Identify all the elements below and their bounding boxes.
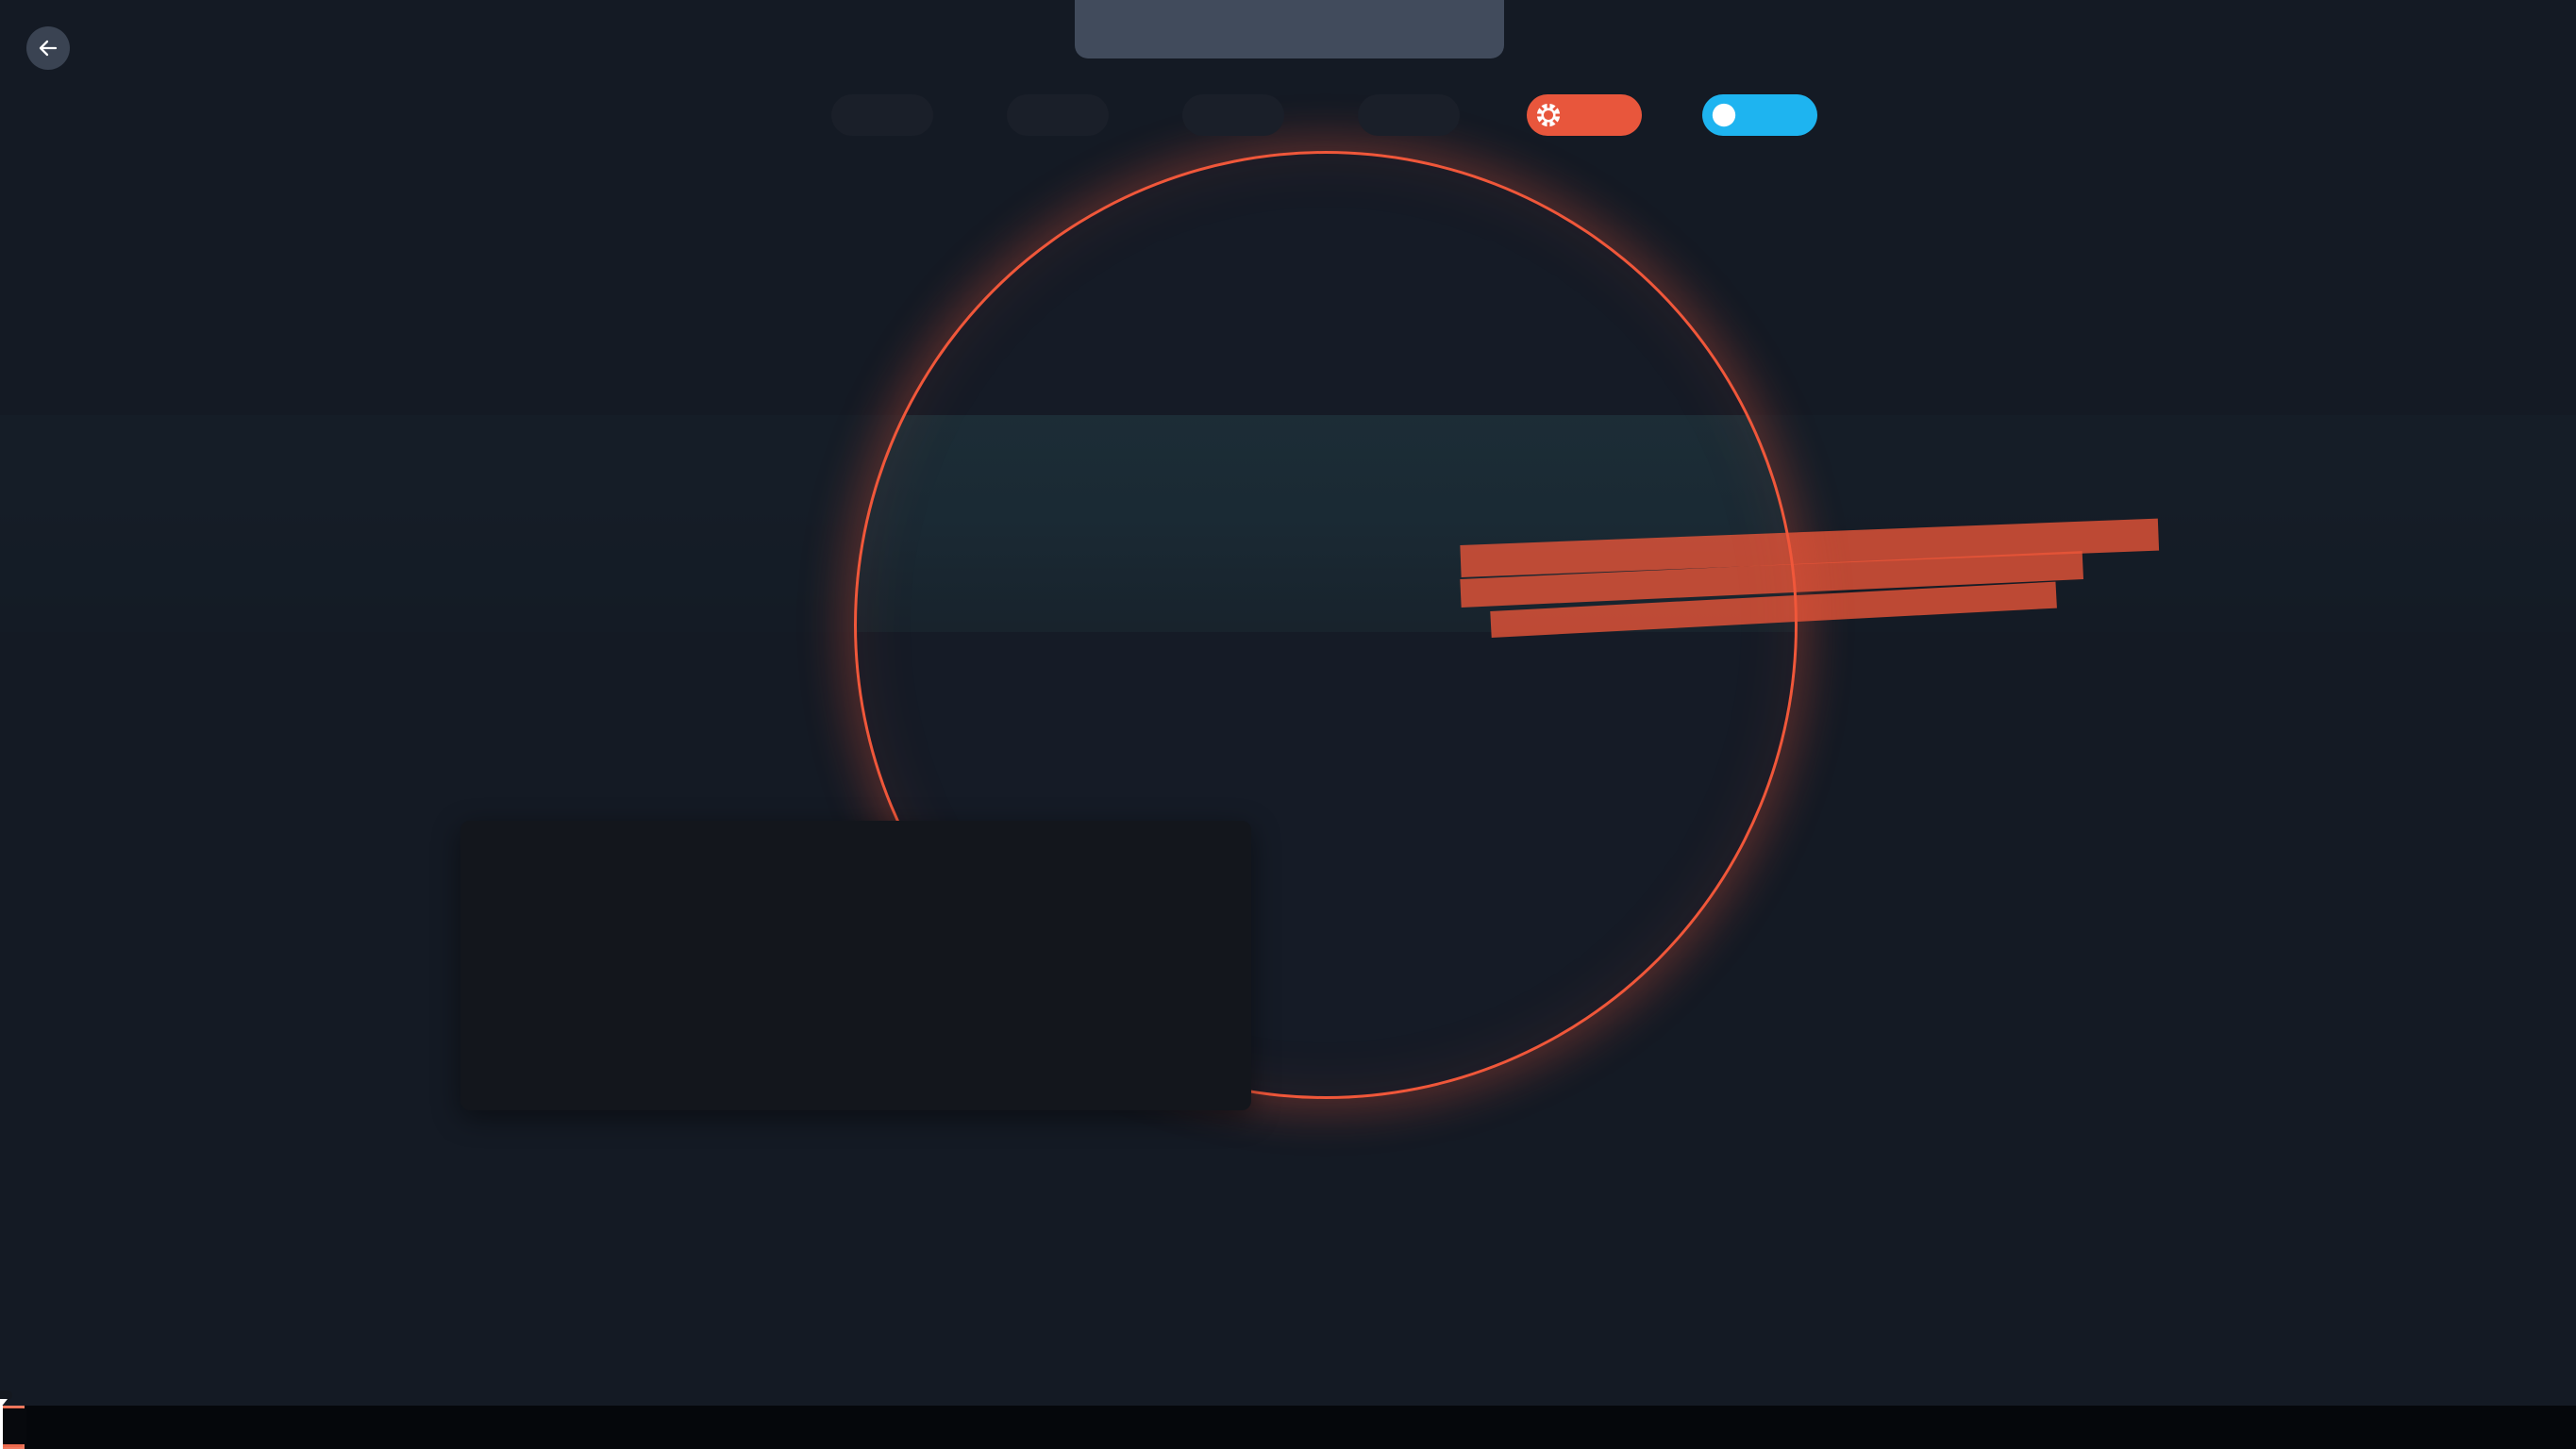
congestion-point-panel	[460, 821, 1251, 1110]
arrow-left-icon	[39, 40, 58, 57]
page-title	[1075, 0, 1504, 58]
kpi-value	[1182, 94, 1284, 136]
kpi-congested-distance[interactable]	[1324, 94, 1494, 148]
flow-speed-density-radar[interactable]	[1010, 860, 1132, 983]
back-button[interactable]	[26, 26, 70, 70]
timeline-playhead[interactable]	[0, 1406, 3, 1449]
metric-speed	[919, 951, 998, 957]
timeline-handle-right[interactable]	[0, 1408, 26, 1444]
kpi-value	[1007, 94, 1109, 136]
donut-chart-svg	[494, 870, 615, 991]
moon-icon	[1712, 103, 1736, 127]
kpi-value	[831, 94, 933, 136]
sun-icon	[1536, 103, 1561, 127]
traffic-line-chart[interactable]	[649, 866, 951, 971]
kpi-peak-traffic-flow[interactable]	[1148, 94, 1318, 148]
timeline[interactable]	[0, 1374, 2576, 1449]
traffic-diagnosis-app	[0, 0, 2576, 1449]
signal-cycle-donut[interactable]	[494, 870, 615, 991]
radar-chart-svg	[1010, 860, 1132, 983]
timeline-track[interactable]	[0, 1406, 2576, 1449]
kpi-value	[1358, 94, 1460, 136]
kpi-evening-peak[interactable]	[1675, 94, 1845, 148]
kpi-row	[797, 94, 1845, 148]
timeline-tooltip	[0, 1391, 12, 1400]
kpi-morning-peak[interactable]	[1499, 94, 1669, 148]
kpi-congested-points[interactable]	[797, 94, 967, 148]
kpi-minimum-speed[interactable]	[973, 94, 1143, 148]
line-chart-svg	[649, 872, 951, 962]
